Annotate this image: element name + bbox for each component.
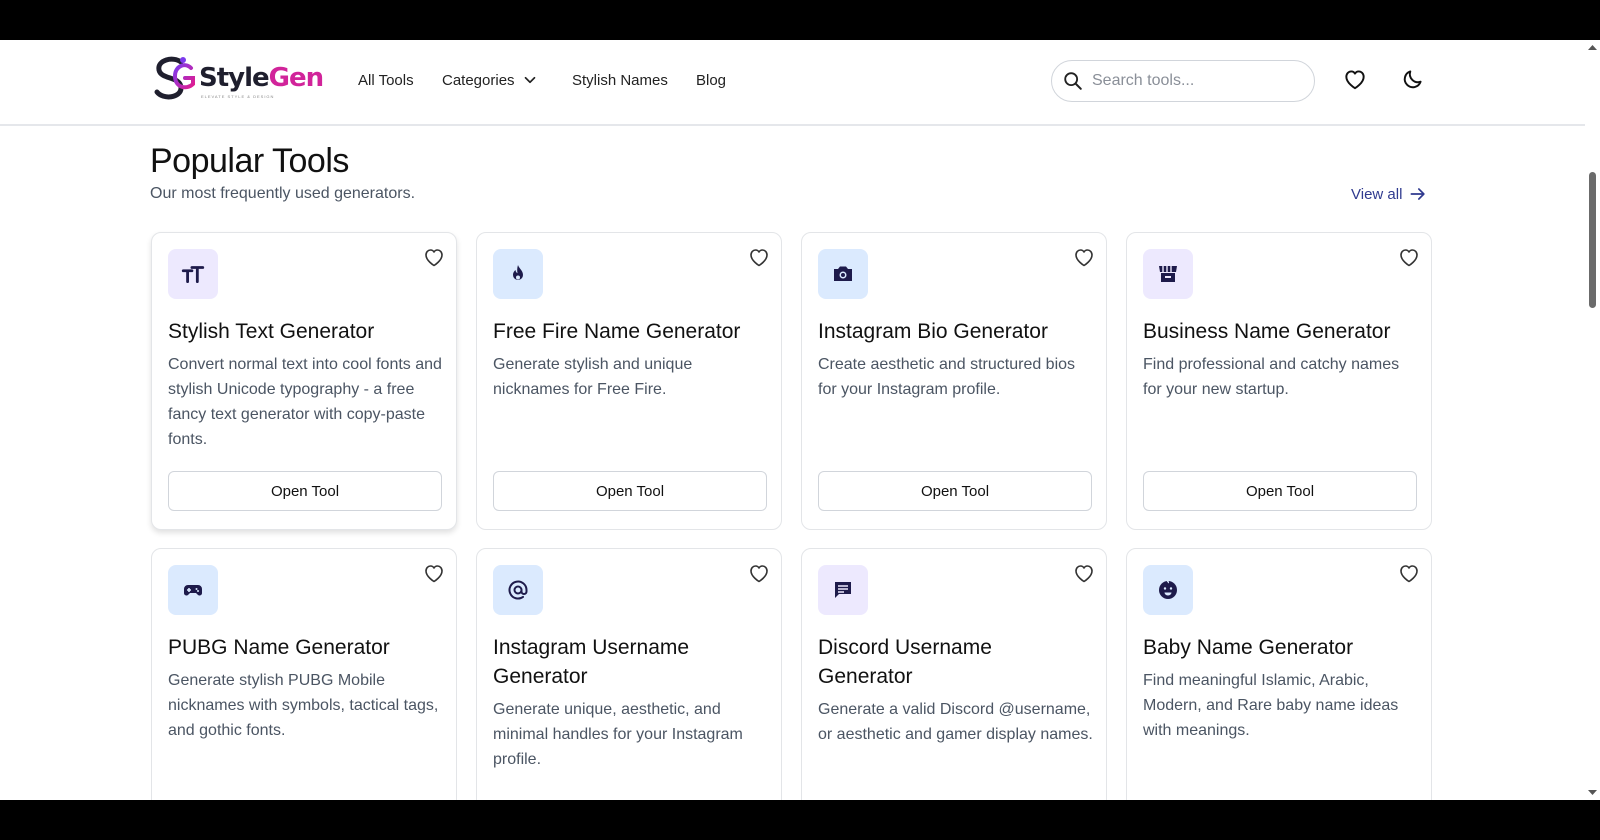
tool-card[interactable]: Stylish Text Generator Convert normal te… [151,232,457,530]
favorite-heart-icon[interactable] [1072,561,1096,585]
scroll-up-arrow-icon[interactable] [1585,42,1600,52]
tool-title: Business Name Generator [1143,320,1391,343]
camera-icon [818,249,868,299]
section-subtitle: Our most frequently used generators. [150,185,416,202]
browser-viewport: StyleGen ELEVATE STYLE & DESIGN All Tool… [0,40,1600,800]
site-header: StyleGen ELEVATE STYLE & DESIGN All Tool… [0,40,1585,126]
logo-tagline: ELEVATE STYLE & DESIGN [201,94,275,99]
tool-card[interactable]: Discord Username Generator Generate a va… [801,548,1107,800]
view-all-link[interactable]: View all [1351,184,1428,204]
logo-mark [151,54,197,102]
tool-title: PUBG Name Generator [168,636,390,659]
scroll-down-arrow-icon[interactable] [1585,788,1600,798]
search-icon [1064,72,1082,90]
tool-title: Discord Username Generator [818,636,992,688]
favorites-heart-icon[interactable] [1342,66,1368,92]
tool-title: Instagram Username Generator [493,636,690,688]
chevron-down-icon [524,76,535,84]
favorite-heart-icon[interactable] [747,561,771,585]
favorite-heart-icon[interactable] [422,561,446,585]
tool-title: Instagram Bio Generator [818,320,1048,343]
at-sign-icon [493,565,543,615]
main-nav: All Tools Categories Stylish Names Blog [358,71,726,89]
site-logo[interactable]: StyleGen ELEVATE STYLE & DESIGN [151,54,324,102]
chat-icon [818,565,868,615]
nav-all-tools[interactable]: All Tools [358,71,442,89]
tool-card[interactable]: PUBG Name Generator Generate stylish PUB… [151,548,457,800]
tool-card[interactable]: Free Fire Name Generator Generate stylis… [476,232,782,530]
search-input[interactable] [1090,71,1304,91]
open-tool-button[interactable]: Open Tool [1143,471,1417,511]
favorite-heart-icon[interactable] [1072,245,1096,269]
open-tool-button[interactable]: Open Tool [493,471,767,511]
tool-title: Baby Name Generator [1143,636,1354,659]
section-title: Popular Tools [150,142,349,180]
tool-card[interactable]: Instagram Username Generator Generate un… [476,548,782,800]
tool-card[interactable]: Instagram Bio Generator Create aesthetic… [801,232,1107,530]
tool-description: Convert normal text into cool fonts and … [168,356,442,448]
scrollbar-thumb[interactable] [1589,172,1596,308]
tool-description: Generate a valid Discord @username, or a… [818,701,1093,743]
fire-icon [493,249,543,299]
nav-stylish-names[interactable]: Stylish Names [572,71,696,89]
logo-text: StyleGen [199,63,324,93]
tool-description: Generate stylish PUBG Mobile nicknames w… [168,672,439,739]
text-size-icon [168,249,218,299]
favorite-heart-icon[interactable] [1397,561,1421,585]
tool-card[interactable]: Business Name Generator Find professiona… [1126,232,1432,530]
tool-title: Stylish Text Generator [168,320,375,343]
tool-title: Free Fire Name Generator [493,320,741,343]
store-icon [1143,249,1193,299]
tool-description: Generate unique, aesthetic, and minimal … [493,701,743,768]
favorite-heart-icon[interactable] [747,245,771,269]
tool-description: Find professional and catchy names for y… [1143,356,1400,398]
favorite-heart-icon[interactable] [422,245,446,269]
nav-blog[interactable]: Blog [696,71,726,89]
tool-description: Generate stylish and unique nicknames fo… [493,356,693,398]
baby-face-icon [1143,565,1193,615]
tool-description: Find meaningful Islamic, Arabic, Modern,… [1143,672,1399,739]
page-scrollbar[interactable] [1585,40,1600,800]
gamepad-icon [168,565,218,615]
tool-card[interactable]: Baby Name Generator Find meaningful Isla… [1126,548,1432,800]
tool-description: Create aesthetic and structured bios for… [818,356,1076,398]
arrow-right-icon [1410,188,1426,200]
search-box [1051,60,1315,102]
open-tool-button[interactable]: Open Tool [818,471,1092,511]
nav-categories[interactable]: Categories [442,71,572,89]
dark-mode-moon-icon[interactable] [1400,66,1426,92]
favorite-heart-icon[interactable] [1397,245,1421,269]
open-tool-button[interactable]: Open Tool [168,471,442,511]
